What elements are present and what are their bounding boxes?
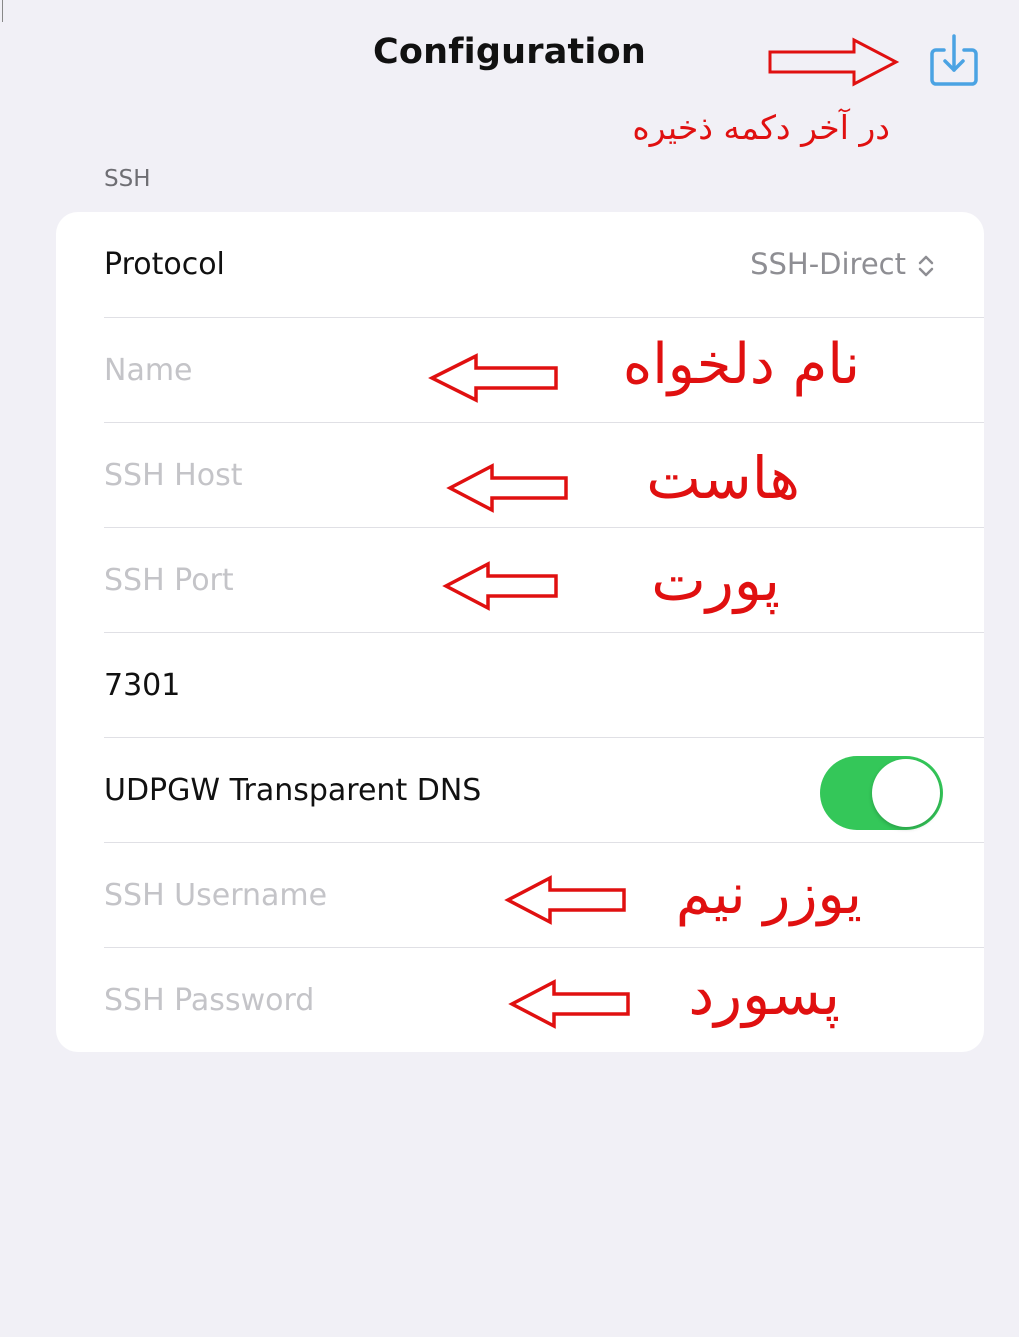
annotation-arrow-left-icon <box>508 979 630 1029</box>
annotation-name-note: نام دلخواه <box>622 332 860 397</box>
annotation-arrow-left-icon <box>446 463 568 513</box>
toggle-knob <box>872 759 940 827</box>
protocol-label: Protocol <box>104 247 225 282</box>
udpgw-dns-label: UDPGW Transparent DNS <box>104 773 482 808</box>
protocol-row[interactable]: Protocol SSH-Direct <box>104 212 984 317</box>
udpgw-port-row <box>104 632 984 738</box>
annotation-port-note: پورت <box>651 546 780 614</box>
annotation-password-note: پسورد <box>688 960 840 1028</box>
annotation-arrow-left-icon <box>504 875 626 925</box>
udpgw-dns-toggle[interactable] <box>820 756 943 830</box>
save-download-icon <box>930 34 978 86</box>
section-header-ssh: SSH <box>104 166 151 192</box>
udpgw-port-input[interactable] <box>104 633 704 738</box>
annotation-arrow-right-icon <box>768 37 900 87</box>
annotation-arrow-left-icon <box>428 353 558 403</box>
annotation-save-note: در آخر دکمه ذخیره <box>632 108 890 147</box>
protocol-picker[interactable]: SSH-Direct <box>750 212 936 317</box>
save-button[interactable] <box>928 32 980 88</box>
chevron-up-down-icon <box>918 255 934 277</box>
edge-mark <box>2 0 3 22</box>
annotation-arrow-left-icon <box>442 561 558 611</box>
udpgw-dns-row: UDPGW Transparent DNS <box>104 737 984 842</box>
annotation-username-note: یوزر نیم <box>675 862 862 927</box>
protocol-value: SSH-Direct <box>750 247 906 281</box>
annotation-host-note: هاست <box>646 444 800 512</box>
